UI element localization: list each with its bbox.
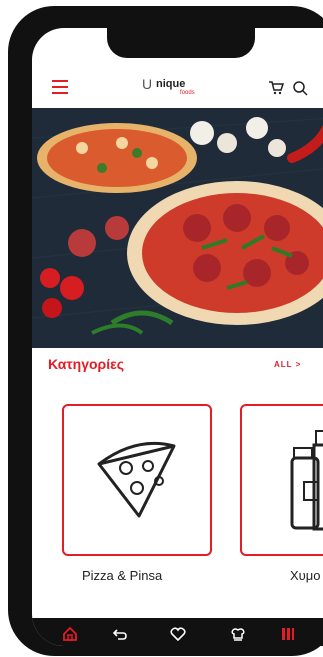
category-label-juices: Χυμο — [290, 568, 321, 583]
all-categories-link[interactable]: ALL > — [274, 360, 301, 369]
category-card-juices[interactable] — [240, 404, 323, 556]
pizza-slice-icon — [97, 441, 176, 518]
back-icon[interactable] — [112, 626, 128, 642]
pizza-illustration — [32, 108, 323, 348]
app-logo[interactable]: U nique foods — [142, 74, 222, 102]
bottle-icon — [290, 430, 323, 531]
hero-banner-image[interactable] — [32, 108, 323, 348]
app-screen: U nique foods Κατηγορίες ALL > Pizza & P… — [32, 28, 323, 646]
top-bar: U nique foods — [32, 68, 323, 112]
categories-title: Κατηγορίες — [48, 356, 125, 372]
logo-subtext: foods — [180, 90, 195, 96]
chef-hat-icon[interactable] — [230, 626, 246, 642]
menu-icon[interactable] — [52, 80, 72, 94]
logo-text: nique — [156, 78, 186, 90]
cart-icon[interactable] — [268, 80, 284, 96]
phone-frame: U nique foods Κατηγορίες ALL > Pizza & P… — [8, 6, 323, 656]
bottom-navigation-bar — [32, 618, 323, 646]
home-icon[interactable] — [62, 626, 78, 642]
category-label-pizza: Pizza & Pinsa — [82, 568, 163, 583]
search-icon[interactable] — [292, 80, 308, 96]
phone-notch — [107, 28, 255, 58]
bookmark-icon[interactable] — [280, 626, 296, 642]
category-card-pizza[interactable] — [62, 404, 212, 556]
logo-mark: U — [142, 76, 153, 92]
heart-icon[interactable] — [170, 626, 186, 642]
